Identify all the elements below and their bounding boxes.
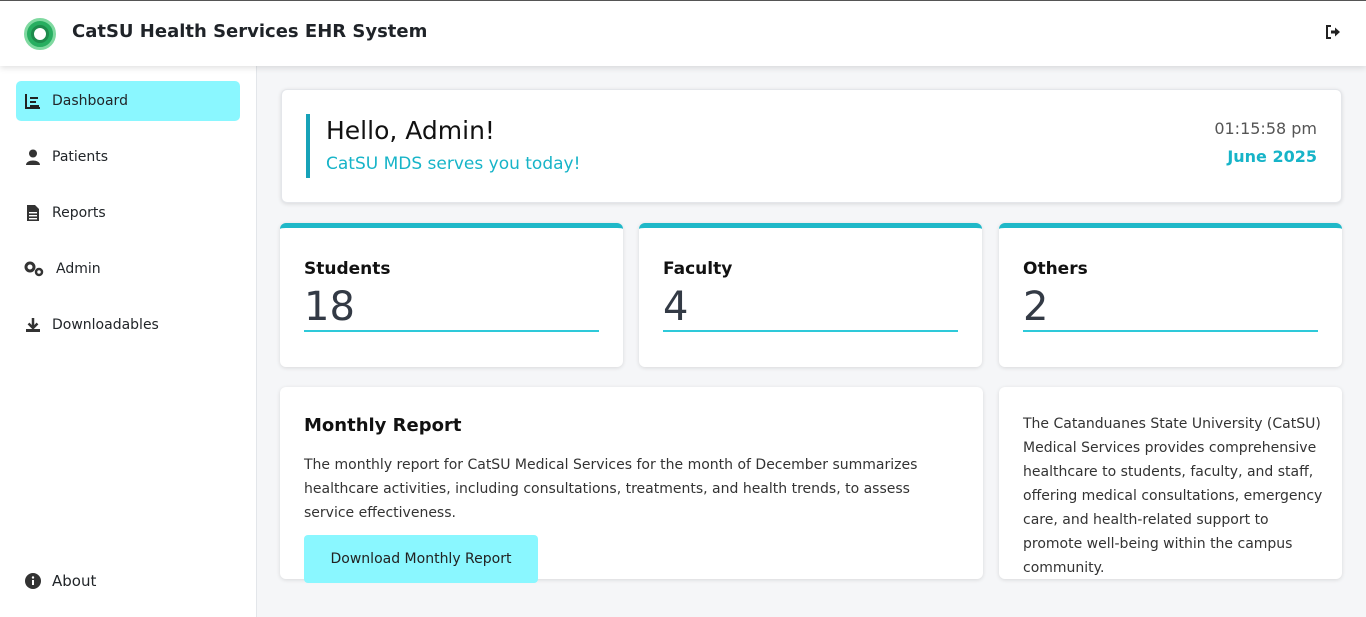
greeting-subtitle: CatSU MDS serves you today! — [326, 154, 581, 174]
user-icon — [24, 148, 42, 166]
stat-label: Students — [304, 259, 391, 279]
sidebar-item-patients[interactable]: Patients — [16, 137, 240, 177]
monthly-report-card: Monthly Report The monthly report for Ca… — [280, 387, 983, 583]
stat-card-faculty: Faculty 4 — [639, 223, 982, 367]
sidebar-item-label: Patients — [52, 149, 109, 165]
greeting-card: Hello, Admin! CatSU MDS serves you today… — [281, 89, 1342, 203]
file-icon — [24, 204, 42, 222]
sidebar-item-label: Dashboard — [52, 93, 128, 109]
stat-card-others: Others 2 — [999, 223, 1342, 367]
sidebar-item-label: Reports — [52, 205, 106, 221]
sidebar-item-label: Downloadables — [52, 317, 159, 333]
sidebar: Dashboard Patients Reports Admin Downloa… — [0, 66, 257, 617]
cogs-icon — [24, 260, 46, 278]
greeting-accent-bar — [306, 114, 310, 178]
stat-card-students: Students 18 — [280, 223, 623, 367]
info-icon — [24, 572, 42, 590]
download-icon — [24, 316, 42, 334]
stat-underline — [1023, 330, 1318, 332]
current-date: June 2025 — [1227, 147, 1317, 166]
stat-underline — [663, 330, 958, 332]
download-report-button[interactable]: Download Monthly Report — [304, 535, 538, 583]
stat-label: Others — [1023, 259, 1088, 279]
sign-out-icon[interactable] — [1324, 23, 1344, 43]
about-description: The Catanduanes State University (CatSU)… — [1023, 416, 1323, 576]
sidebar-item-admin[interactable]: Admin — [16, 249, 240, 289]
report-title: Monthly Report — [304, 415, 462, 436]
about-card: The Catanduanes State University (CatSU)… — [999, 387, 1342, 579]
stat-value: 18 — [304, 284, 355, 330]
greeting-title: Hello, Admin! — [326, 116, 495, 145]
sidebar-item-dashboard[interactable]: Dashboard — [16, 81, 240, 121]
stat-value: 4 — [663, 284, 689, 330]
sidebar-item-about[interactable]: About — [24, 572, 96, 590]
chart-icon — [24, 92, 42, 110]
report-description: The monthly report for CatSU Medical Ser… — [304, 457, 918, 521]
app-title: CatSU Health Services EHR System — [72, 21, 428, 42]
sidebar-about-label: About — [52, 572, 97, 590]
stat-value: 2 — [1023, 284, 1049, 330]
top-bar: CatSU Health Services EHR System — [0, 0, 1366, 66]
stat-underline — [304, 330, 599, 332]
clock-time: 01:15:58 pm — [1214, 119, 1317, 138]
stat-label: Faculty — [663, 259, 733, 279]
sidebar-item-downloadables[interactable]: Downloadables — [16, 305, 240, 345]
catsu-logo — [24, 18, 56, 50]
sidebar-item-label: Admin — [56, 261, 101, 277]
sidebar-item-reports[interactable]: Reports — [16, 193, 240, 233]
